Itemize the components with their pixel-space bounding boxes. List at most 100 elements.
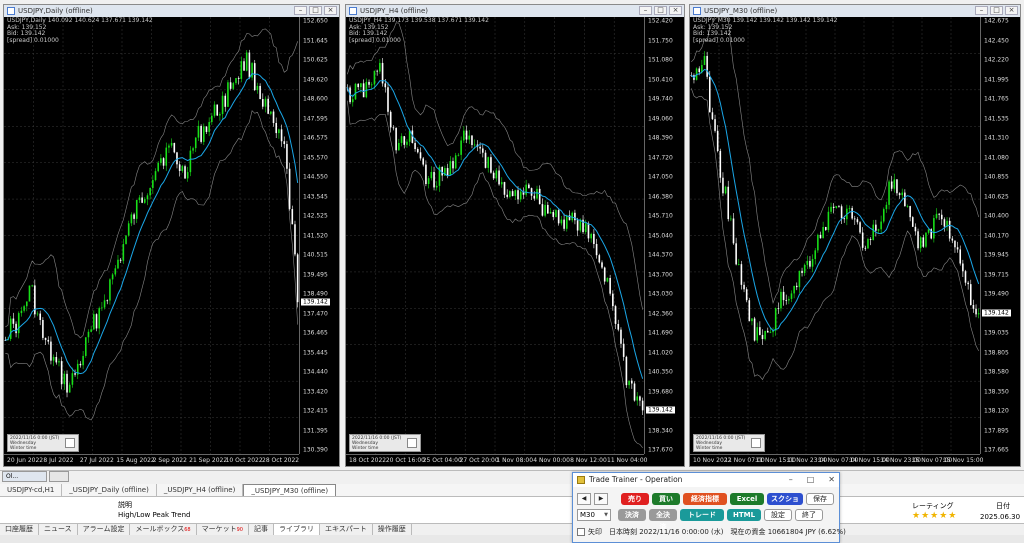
exit-button[interactable]: 終了 xyxy=(795,509,823,521)
timeframe-select[interactable]: M30 ▼ xyxy=(577,509,611,521)
price-tick-label: 132.415 xyxy=(303,407,328,415)
close-button[interactable]: × xyxy=(324,6,337,15)
trade-trainer-window[interactable]: Trade Trainer - Operation – □ ✕ ◀ ▶ 売り 買い … xyxy=(572,472,846,543)
library-item-description[interactable]: High/Low Peak Trend xyxy=(118,511,190,519)
time-tick-label: 15 Aug 2022 xyxy=(116,457,155,464)
chart-tab[interactable]: USDJPY-cd,H1 xyxy=(0,484,63,496)
sell-button[interactable]: 売り xyxy=(621,493,649,505)
chart-window-title[interactable]: USDJPY,Daily (offline) – □ × xyxy=(4,5,339,17)
chart-tab[interactable]: _USDJPY_H4 (offline) xyxy=(157,484,244,496)
time-tick-label: 2 Sep 2022 xyxy=(152,457,187,464)
save-button[interactable]: 保存 xyxy=(806,493,834,505)
time-axis[interactable]: 18 Oct 2022 20 Oct 16:00 25 Oct 04:00 27 Oc… xyxy=(346,454,648,466)
price-tick-label: 145.040 xyxy=(648,232,673,239)
price-axis[interactable]: 152.650 151.645 150.625 149.620 148.600 147.5… xyxy=(299,17,339,454)
price-tick-label: 151.645 xyxy=(303,37,328,44)
time-tick-label: 1 Nov 08:00 xyxy=(496,457,534,464)
close-button[interactable]: × xyxy=(669,6,682,15)
terminal-panel: 説明 High/Low Peak Trend レーティング ★★★★★ 日付 2… xyxy=(0,497,1024,523)
close-button[interactable]: × xyxy=(1005,6,1018,15)
chart-tab-bar: USDJPY-cd,H1 _USDJPY_Daily (offline) _USDJ… xyxy=(0,484,1024,497)
settle-button[interactable]: 決済 xyxy=(618,509,646,521)
calendar-icon[interactable] xyxy=(751,438,761,448)
terminal-tab[interactable]: メールボックス68 xyxy=(130,524,197,535)
price-tick-label: 149.060 xyxy=(648,115,673,122)
time-tick-label: 27 Oct 20:00 xyxy=(459,457,499,464)
buy-button[interactable]: 買い xyxy=(652,493,680,505)
price-axis[interactable]: 142.675 142.450 142.220 141.995 141.765 141.5… xyxy=(980,17,1020,454)
time-info-box: 2022/11/16 0:00 (JST) Wednesday Winter t… xyxy=(349,434,421,452)
excel-button[interactable]: Excel xyxy=(730,493,764,505)
terminal-tab[interactable]: 操作履歴 xyxy=(373,524,412,535)
minimized-window-2[interactable] xyxy=(49,471,69,482)
price-tick-label: 139.490 xyxy=(984,290,1009,298)
minimize-button[interactable]: – xyxy=(639,6,652,15)
price-tick-label: 146.575 xyxy=(303,134,328,142)
time-tick-label: 10 Oct 2022 xyxy=(225,457,263,464)
maximize-button[interactable]: □ xyxy=(654,6,667,15)
time-tick-label: 21 Sep 2022 xyxy=(189,457,228,464)
time-axis[interactable]: 10 Nov 2022 11 Nov 07:00 11 Nov 15:00 11 No… xyxy=(690,454,983,466)
terminal-tab[interactable]: 口座履歴 xyxy=(0,524,39,535)
step-back-button[interactable]: ◀ xyxy=(577,493,591,505)
terminal-tab[interactable]: ニュース xyxy=(39,524,78,535)
terminal-tab[interactable]: ライブラリ xyxy=(274,524,320,535)
settle-all-button[interactable]: 全決済 xyxy=(649,509,677,531)
price-tick-label: 150.625 xyxy=(303,56,328,64)
minimize-button[interactable]: – xyxy=(975,6,988,15)
step-forward-button[interactable]: ▶ xyxy=(594,493,608,505)
minimize-icon[interactable]: – xyxy=(789,473,793,487)
rating-header[interactable]: レーティング xyxy=(912,501,954,511)
price-tick-label: 141.995 xyxy=(984,76,1009,83)
price-tick-label: 142.450 xyxy=(984,37,1009,44)
time-tick-label: 11 Nov 04:00 xyxy=(607,457,648,464)
chevron-down-icon: ▼ xyxy=(604,512,608,518)
terminal-tab[interactable]: マーケット90 xyxy=(197,524,249,535)
trade-trainer-titlebar[interactable]: Trade Trainer - Operation – □ ✕ xyxy=(573,473,839,487)
screenshot-button[interactable]: スクショ xyxy=(767,493,803,505)
price-tick-label: 138.490 xyxy=(303,290,328,298)
settings-button[interactable]: 設定 xyxy=(764,509,792,521)
ohlc-info: USDJPY,Daily 140.092 140.624 137.671 139… xyxy=(7,17,153,44)
html-button[interactable]: HTML xyxy=(727,509,761,521)
chart-window-title[interactable]: USDJPY_M30 (offline) – □ × xyxy=(690,5,1020,17)
chart-tab[interactable]: _USDJPY_M30 (offline) xyxy=(243,484,337,496)
chart-tab[interactable]: _USDJPY_Daily (offline) xyxy=(62,484,157,496)
time-axis[interactable]: 20 Jun 2022 8 Jul 2022 27 Jul 2022 15 Aug 2… xyxy=(4,454,299,466)
price-chart[interactable] xyxy=(4,17,299,454)
chart-window-m30[interactable]: USDJPY_M30 (offline) – □ × USDJPY_M30 139.… xyxy=(689,4,1021,467)
terminal-tab[interactable]: 記事 xyxy=(249,524,274,535)
app-icon xyxy=(577,476,585,484)
calendar-icon[interactable] xyxy=(65,438,75,448)
price-tick-label: 140.350 xyxy=(648,368,673,376)
trainer-status-text: 日本時刻 2022/11/16 0:00:00 (水) 現在の資金 106618… xyxy=(609,528,846,536)
maximize-button[interactable]: □ xyxy=(990,6,1003,15)
maximize-icon[interactable]: □ xyxy=(807,473,815,487)
maximize-button[interactable]: □ xyxy=(309,6,322,15)
close-icon[interactable]: ✕ xyxy=(828,473,835,487)
calendar-icon[interactable] xyxy=(407,438,417,448)
chart-window-h4[interactable]: USDJPY_H4 (offline) – □ × USDJPY_H4 139.17… xyxy=(345,4,685,467)
price-axis[interactable]: 152.420 151.750 151.080 150.410 149.740 149.0… xyxy=(644,17,684,454)
terminal-tab[interactable]: アラーム設定 xyxy=(78,524,131,535)
price-tick-label: 146.380 xyxy=(648,193,673,200)
price-tick-label: 138.350 xyxy=(984,388,1009,395)
economic-indicator-button[interactable]: 経済指標 xyxy=(683,493,727,505)
price-tick-label: 138.580 xyxy=(984,368,1009,376)
price-chart[interactable] xyxy=(346,17,644,454)
bollinger-upper xyxy=(5,28,298,339)
minimize-button[interactable]: – xyxy=(294,6,307,15)
chart-window-daily[interactable]: USDJPY,Daily (offline) – □ × USDJPY,Daily … xyxy=(3,4,340,467)
description-header[interactable]: 説明 xyxy=(118,500,132,510)
price-tick-label: 139.945 xyxy=(984,251,1009,259)
arrow-checkbox[interactable] xyxy=(577,528,585,536)
trade-button[interactable]: トレード xyxy=(680,509,724,521)
chart-icon xyxy=(349,7,357,15)
price-chart[interactable] xyxy=(690,17,980,454)
chart-window-title[interactable]: USDJPY_H4 (offline) – □ × xyxy=(346,5,684,17)
date-header[interactable]: 日付 xyxy=(996,501,1010,511)
price-tick-label: 143.030 xyxy=(648,290,673,298)
minimized-window[interactable]: Ol... xyxy=(2,471,47,482)
chart-icon xyxy=(7,7,15,15)
terminal-tab[interactable]: エキスパート xyxy=(320,524,373,535)
